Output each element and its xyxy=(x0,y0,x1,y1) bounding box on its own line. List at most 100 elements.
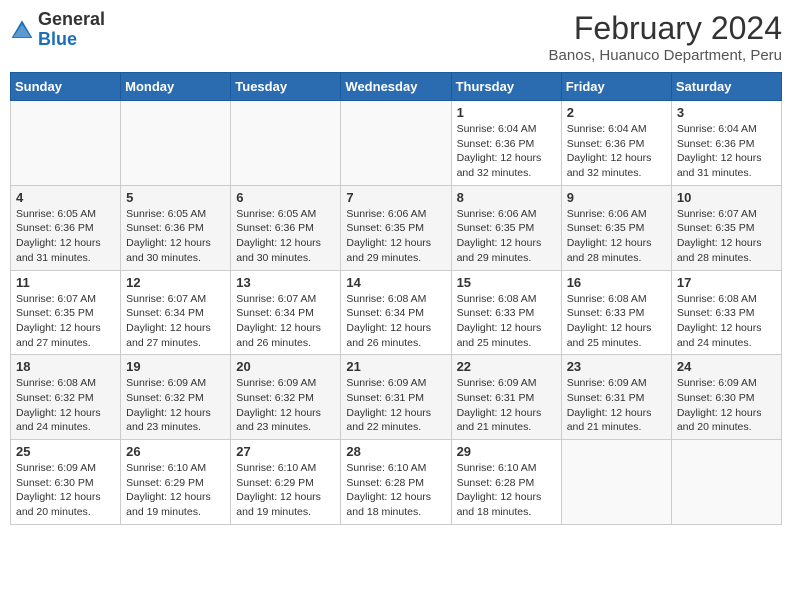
day-info: Sunrise: 6:07 AM Sunset: 6:34 PM Dayligh… xyxy=(126,292,225,351)
calendar-header-tuesday: Tuesday xyxy=(231,73,341,101)
day-info: Sunrise: 6:08 AM Sunset: 6:33 PM Dayligh… xyxy=(457,292,556,351)
day-number: 2 xyxy=(567,105,666,120)
calendar-cell: 16 Sunrise: 6:08 AM Sunset: 6:33 PM Dayli… xyxy=(561,270,671,355)
day-info: Sunrise: 6:07 AM Sunset: 6:35 PM Dayligh… xyxy=(677,207,776,266)
calendar-header-saturday: Saturday xyxy=(671,73,781,101)
logo-icon xyxy=(10,18,34,42)
day-info: Sunrise: 6:09 AM Sunset: 6:30 PM Dayligh… xyxy=(677,376,776,435)
day-info: Sunrise: 6:07 AM Sunset: 6:35 PM Dayligh… xyxy=(16,292,115,351)
calendar-header-sunday: Sunday xyxy=(11,73,121,101)
day-number: 28 xyxy=(346,444,445,459)
calendar-cell: 12 Sunrise: 6:07 AM Sunset: 6:34 PM Dayli… xyxy=(121,270,231,355)
day-number: 12 xyxy=(126,275,225,290)
day-number: 26 xyxy=(126,444,225,459)
calendar-cell: 9 Sunrise: 6:06 AM Sunset: 6:35 PM Daylig… xyxy=(561,185,671,270)
day-info: Sunrise: 6:08 AM Sunset: 6:33 PM Dayligh… xyxy=(677,292,776,351)
day-number: 9 xyxy=(567,190,666,205)
logo-general: General xyxy=(38,9,105,29)
calendar-cell: 20Sunrise: 6:09 AM Sunset: 6:32 PM Dayli… xyxy=(231,355,341,440)
day-info: Sunrise: 6:08 AM Sunset: 6:34 PM Dayligh… xyxy=(346,292,445,351)
calendar-week-row: 18 Sunrise: 6:08 AM Sunset: 6:32 PM Dayli… xyxy=(11,355,782,440)
calendar-cell: 25Sunrise: 6:09 AM Sunset: 6:30 PM Dayli… xyxy=(11,440,121,525)
day-number: 10 xyxy=(677,190,776,205)
calendar-header-row: SundayMondayTuesdayWednesdayThursdayFrid… xyxy=(11,73,782,101)
calendar-cell xyxy=(121,101,231,186)
day-info: Sunrise: 6:05 AM Sunset: 6:36 PM Dayligh… xyxy=(16,207,115,266)
logo-blue: Blue xyxy=(38,29,77,49)
logo-text: General Blue xyxy=(38,10,105,50)
day-number: 22 xyxy=(457,359,556,374)
day-number: 5 xyxy=(126,190,225,205)
calendar-cell: 19Sunrise: 6:09 AM Sunset: 6:32 PM Dayli… xyxy=(121,355,231,440)
calendar-cell: 11 Sunrise: 6:07 AM Sunset: 6:35 PM Dayli… xyxy=(11,270,121,355)
calendar-cell xyxy=(671,440,781,525)
day-info: Sunrise: 6:09 AM Sunset: 6:31 PM Dayligh… xyxy=(567,376,666,435)
calendar-week-row: 25Sunrise: 6:09 AM Sunset: 6:30 PM Dayli… xyxy=(11,440,782,525)
calendar-cell: 8 Sunrise: 6:06 AM Sunset: 6:35 PM Daylig… xyxy=(451,185,561,270)
calendar-cell: 6 Sunrise: 6:05 AM Sunset: 6:36 PM Daylig… xyxy=(231,185,341,270)
calendar-cell: 29Sunrise: 6:10 AM Sunset: 6:28 PM Dayli… xyxy=(451,440,561,525)
calendar-cell xyxy=(11,101,121,186)
day-number: 8 xyxy=(457,190,556,205)
calendar-cell: 7 Sunrise: 6:06 AM Sunset: 6:35 PM Daylig… xyxy=(341,185,451,270)
calendar-cell: 24 Sunrise: 6:09 AM Sunset: 6:30 PM Dayli… xyxy=(671,355,781,440)
header: General Blue February 2024 Banos, Huanuc… xyxy=(10,10,782,64)
calendar-cell: 2 Sunrise: 6:04 AM Sunset: 6:36 PM Daylig… xyxy=(561,101,671,186)
calendar-cell xyxy=(341,101,451,186)
calendar-cell: 3Sunrise: 6:04 AM Sunset: 6:36 PM Daylig… xyxy=(671,101,781,186)
day-info: Sunrise: 6:09 AM Sunset: 6:31 PM Dayligh… xyxy=(457,376,556,435)
day-number: 29 xyxy=(457,444,556,459)
day-number: 7 xyxy=(346,190,445,205)
main-title: February 2024 xyxy=(549,10,782,47)
day-info: Sunrise: 6:04 AM Sunset: 6:36 PM Dayligh… xyxy=(567,122,666,181)
calendar-cell xyxy=(231,101,341,186)
calendar-cell: 14 Sunrise: 6:08 AM Sunset: 6:34 PM Dayli… xyxy=(341,270,451,355)
calendar-week-row: 1Sunrise: 6:04 AM Sunset: 6:36 PM Daylig… xyxy=(11,101,782,186)
calendar-week-row: 11 Sunrise: 6:07 AM Sunset: 6:35 PM Dayli… xyxy=(11,270,782,355)
day-info: Sunrise: 6:10 AM Sunset: 6:28 PM Dayligh… xyxy=(346,461,445,520)
calendar-cell: 27Sunrise: 6:10 AM Sunset: 6:29 PM Dayli… xyxy=(231,440,341,525)
day-number: 25 xyxy=(16,444,115,459)
day-info: Sunrise: 6:05 AM Sunset: 6:36 PM Dayligh… xyxy=(236,207,335,266)
day-number: 21 xyxy=(346,359,445,374)
calendar-header-friday: Friday xyxy=(561,73,671,101)
day-number: 16 xyxy=(567,275,666,290)
day-info: Sunrise: 6:06 AM Sunset: 6:35 PM Dayligh… xyxy=(567,207,666,266)
calendar-cell: 13Sunrise: 6:07 AM Sunset: 6:34 PM Dayli… xyxy=(231,270,341,355)
day-info: Sunrise: 6:04 AM Sunset: 6:36 PM Dayligh… xyxy=(677,122,776,181)
day-number: 18 xyxy=(16,359,115,374)
calendar-cell: 21 Sunrise: 6:09 AM Sunset: 6:31 PM Dayli… xyxy=(341,355,451,440)
day-number: 14 xyxy=(346,275,445,290)
day-number: 13 xyxy=(236,275,335,290)
calendar-cell: 18 Sunrise: 6:08 AM Sunset: 6:32 PM Dayli… xyxy=(11,355,121,440)
day-info: Sunrise: 6:08 AM Sunset: 6:32 PM Dayligh… xyxy=(16,376,115,435)
calendar-cell: 1Sunrise: 6:04 AM Sunset: 6:36 PM Daylig… xyxy=(451,101,561,186)
calendar-cell: 15 Sunrise: 6:08 AM Sunset: 6:33 PM Dayli… xyxy=(451,270,561,355)
day-info: Sunrise: 6:04 AM Sunset: 6:36 PM Dayligh… xyxy=(457,122,556,181)
calendar-cell: 10 Sunrise: 6:07 AM Sunset: 6:35 PM Dayli… xyxy=(671,185,781,270)
day-info: Sunrise: 6:06 AM Sunset: 6:35 PM Dayligh… xyxy=(346,207,445,266)
calendar-cell: 17 Sunrise: 6:08 AM Sunset: 6:33 PM Dayli… xyxy=(671,270,781,355)
day-info: Sunrise: 6:09 AM Sunset: 6:31 PM Dayligh… xyxy=(346,376,445,435)
day-number: 15 xyxy=(457,275,556,290)
logo: General Blue xyxy=(10,10,105,50)
title-area: February 2024 Banos, Huanuco Department,… xyxy=(549,10,782,64)
day-info: Sunrise: 6:06 AM Sunset: 6:35 PM Dayligh… xyxy=(457,207,556,266)
calendar-cell: 28 Sunrise: 6:10 AM Sunset: 6:28 PM Dayli… xyxy=(341,440,451,525)
calendar-header-wednesday: Wednesday xyxy=(341,73,451,101)
day-number: 24 xyxy=(677,359,776,374)
subtitle: Banos, Huanuco Department, Peru xyxy=(549,47,782,64)
day-number: 6 xyxy=(236,190,335,205)
day-info: Sunrise: 6:10 AM Sunset: 6:29 PM Dayligh… xyxy=(126,461,225,520)
day-number: 27 xyxy=(236,444,335,459)
calendar-cell: 26 Sunrise: 6:10 AM Sunset: 6:29 PM Dayli… xyxy=(121,440,231,525)
calendar-cell: 23Sunrise: 6:09 AM Sunset: 6:31 PM Dayli… xyxy=(561,355,671,440)
calendar-table: SundayMondayTuesdayWednesdayThursdayFrid… xyxy=(10,72,782,525)
day-number: 17 xyxy=(677,275,776,290)
day-info: Sunrise: 6:08 AM Sunset: 6:33 PM Dayligh… xyxy=(567,292,666,351)
day-info: Sunrise: 6:09 AM Sunset: 6:32 PM Dayligh… xyxy=(126,376,225,435)
calendar-header-thursday: Thursday xyxy=(451,73,561,101)
day-number: 11 xyxy=(16,275,115,290)
day-number: 20 xyxy=(236,359,335,374)
calendar-cell: 4Sunrise: 6:05 AM Sunset: 6:36 PM Daylig… xyxy=(11,185,121,270)
